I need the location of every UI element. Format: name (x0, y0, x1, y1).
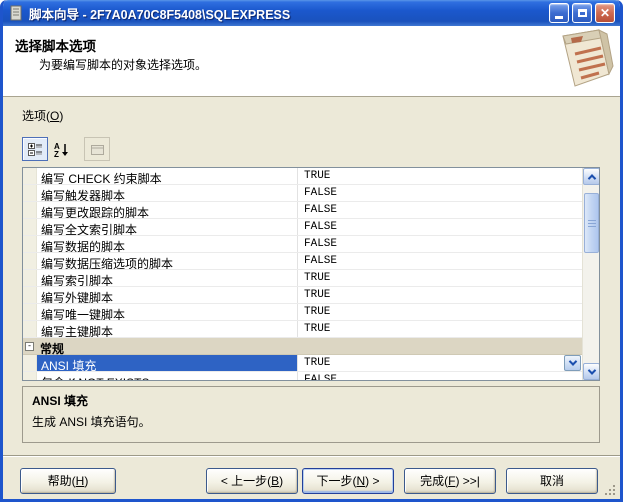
options-property-grid: 编写 CHECK 约束脚本 TRUE 编写触发器脚本 FALSE 编写更改跟踪的… (22, 167, 600, 381)
option-value: TRUE (298, 304, 582, 320)
page-title: 选择脚本选项 (15, 35, 96, 55)
option-value: TRUE (298, 321, 582, 337)
option-value: FALSE (298, 372, 582, 381)
finish-button[interactable]: 完成(F) >>| (404, 468, 496, 494)
option-row[interactable]: 编写触发器脚本 FALSE (23, 185, 582, 202)
option-row[interactable]: 编写数据的脚本 FALSE (23, 236, 582, 253)
chevron-up-icon (587, 174, 595, 182)
description-title: ANSI 填充 (32, 392, 590, 409)
scroll-up-button[interactable] (583, 168, 600, 185)
option-name: 包含 If NOT EXISTS (37, 372, 298, 381)
option-name: 编写唯一键脚本 (37, 304, 298, 320)
option-row[interactable]: 编写全文索引脚本 FALSE (23, 219, 582, 236)
option-row[interactable]: 编写更改跟踪的脚本 FALSE (23, 202, 582, 219)
cancel-button[interactable]: 取消 (506, 468, 598, 494)
svg-text:Z: Z (54, 150, 59, 157)
options-label: 选项(O) (22, 107, 63, 124)
categorized-view-button[interactable] (22, 137, 48, 161)
maximize-icon (578, 9, 587, 17)
close-icon: ✕ (600, 7, 610, 19)
property-pages-button (84, 137, 110, 161)
option-name: 编写 CHECK 约束脚本 (37, 168, 298, 184)
option-name: 编写数据的脚本 (37, 236, 298, 252)
option-value: FALSE (298, 236, 582, 252)
option-row[interactable]: 编写数据压缩选项的脚本 FALSE (23, 253, 582, 270)
option-value: TRUE (298, 355, 582, 371)
alphabetical-sort-button[interactable]: A Z (48, 137, 74, 161)
option-value: FALSE (298, 185, 582, 201)
az-sort-icon: A Z (54, 142, 69, 157)
maximize-button[interactable] (572, 3, 592, 23)
wizard-header: 选择脚本选项 为要编写脚本的对象选择选项。 (3, 26, 620, 97)
back-button[interactable]: < 上一步(B) (206, 468, 298, 494)
option-row-selected[interactable]: ANSI 填充 TRUE (23, 355, 582, 372)
option-name: ANSI 填充 (37, 355, 298, 371)
window-title: 脚本向导 - 2F7A0A70C8F5408\SQLEXPRESS (29, 4, 546, 23)
option-row[interactable]: 编写主键脚本 TRUE (23, 321, 582, 338)
help-button[interactable]: 帮助(H) (20, 468, 116, 494)
collapse-icon[interactable]: - (25, 342, 34, 351)
option-row[interactable]: 编写唯一键脚本 TRUE (23, 304, 582, 321)
option-value: FALSE (298, 202, 582, 218)
option-value: FALSE (298, 219, 582, 235)
option-value: TRUE (298, 287, 582, 303)
scroll-down-button[interactable] (583, 363, 600, 380)
option-name: 编写主键脚本 (37, 321, 298, 337)
description-text: 生成 ANSI 填充语句。 (32, 413, 590, 430)
vertical-scrollbar[interactable] (582, 168, 599, 380)
option-name: 编写更改跟踪的脚本 (37, 202, 298, 218)
minimize-icon (555, 16, 563, 19)
categorized-icon (28, 142, 43, 157)
close-button[interactable]: ✕ (595, 3, 615, 23)
property-grid-toolbar: A Z (22, 137, 110, 161)
option-value: TRUE (298, 270, 582, 286)
option-row[interactable]: 编写索引脚本 TRUE (23, 270, 582, 287)
option-name: 编写触发器脚本 (37, 185, 298, 201)
chevron-down-icon (568, 357, 576, 365)
option-row-clipped[interactable]: 包含 If NOT EXISTS FALSE (23, 372, 582, 381)
scroll-artwork-icon (549, 28, 615, 92)
option-name: 编写数据压缩选项的脚本 (37, 253, 298, 269)
property-pages-icon (90, 142, 105, 157)
chevron-down-icon (587, 366, 595, 374)
option-name: 编写外键脚本 (37, 287, 298, 303)
script-wizard-dialog: 脚本向导 - 2F7A0A70C8F5408\SQLEXPRESS ✕ 选择脚本… (0, 0, 623, 502)
option-row[interactable]: 编写外键脚本 TRUE (23, 287, 582, 304)
option-value: TRUE (298, 168, 582, 184)
minimize-button[interactable] (549, 3, 569, 23)
category-row-general[interactable]: - 常规 (23, 338, 582, 355)
option-name: 编写全文索引脚本 (37, 219, 298, 235)
option-value: FALSE (298, 253, 582, 269)
titlebar[interactable]: 脚本向导 - 2F7A0A70C8F5408\SQLEXPRESS ✕ (3, 0, 620, 26)
option-row[interactable]: 编写 CHECK 约束脚本 TRUE (23, 168, 582, 185)
scrollbar-thumb[interactable] (584, 193, 599, 253)
option-description-panel: ANSI 填充 生成 ANSI 填充语句。 (22, 386, 600, 443)
page-subtitle: 为要编写脚本的对象选择选项。 (39, 56, 207, 73)
wizard-document-icon (8, 5, 24, 21)
grid-rows: 编写 CHECK 约束脚本 TRUE 编写触发器脚本 FALSE 编写更改跟踪的… (23, 168, 582, 381)
next-button[interactable]: 下一步(N) > (302, 468, 394, 494)
value-dropdown-button[interactable] (564, 355, 581, 371)
resize-grip[interactable] (604, 484, 617, 497)
button-separator (3, 455, 620, 457)
option-name: 编写索引脚本 (37, 270, 298, 286)
